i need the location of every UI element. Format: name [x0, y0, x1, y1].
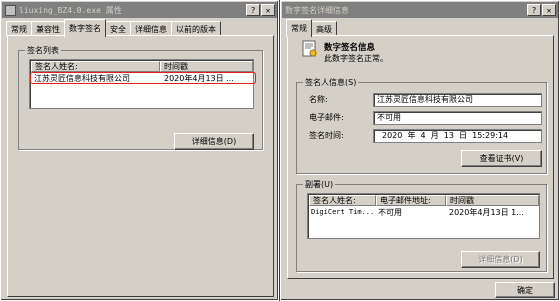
countersignature-email: 不可用: [378, 208, 402, 217]
column-signer-name[interactable]: 签名人姓名:: [31, 61, 160, 72]
email-field[interactable]: 不可用: [373, 111, 542, 125]
countersignatures-label: 副署(U): [303, 179, 336, 190]
signature-details-title: 数字签名详细信息: [285, 5, 349, 15]
column-signer-name[interactable]: 签名人姓名:: [309, 195, 376, 206]
tab-general[interactable]: 常规: [6, 21, 32, 36]
signing-time-label: 签名时间:: [309, 131, 344, 140]
properties-title: liuxing_BZ4.0.exe 属性: [19, 5, 122, 15]
signature-list-label: 签名列表: [25, 45, 61, 56]
properties-titlebar: liuxing_BZ4.0.exe 属性 ? ✕: [2, 2, 277, 18]
close-button[interactable]: ✕: [542, 4, 556, 16]
signatures-panel: 签名列表 签名人姓名: 时间戳 江苏灵匠信息科技有限公司 2020年4月13日 …: [7, 35, 274, 297]
countersignature-details-button: 详细信息(D): [461, 251, 540, 268]
tab-security[interactable]: 安全: [105, 21, 131, 36]
column-timestamp[interactable]: 时间戳: [160, 61, 253, 72]
tab-general[interactable]: 常规: [286, 19, 312, 37]
signature-list-group: 签名列表 签名人姓名: 时间戳 江苏灵匠信息科技有限公司 2020年4月13日 …: [18, 45, 263, 150]
signature-details-tabs: 常规 高级: [286, 18, 337, 37]
signer-info-label: 签名人信息(S): [303, 77, 359, 88]
ok-button[interactable]: 确定: [495, 282, 555, 298]
countersignature-time: 2020年4月13日 1...: [449, 208, 524, 217]
signature-details-titlebar: 数字签名详细信息 ? ✕: [282, 2, 558, 18]
tab-previous-versions[interactable]: 以前的版本: [171, 21, 221, 36]
signature-row[interactable]: 江苏灵匠信息科技有限公司 2020年4月13日 ...: [30, 72, 256, 84]
signature-row-time: 2020年4月13日 ...: [164, 74, 234, 83]
view-certificate-button[interactable]: 查看证书(V): [461, 150, 542, 167]
signature-list[interactable]: 签名人姓名: 时间戳 江苏灵匠信息科技有限公司 2020年4月13日 ...: [29, 59, 256, 109]
properties-window: liuxing_BZ4.0.exe 属性 ? ✕ 常规 兼容性 数字签名 安全 …: [0, 0, 279, 301]
app-icon: [5, 4, 16, 16]
name-label: 名称:: [309, 95, 328, 104]
signature-row-name: 江苏灵匠信息科技有限公司: [34, 74, 130, 83]
tab-details[interactable]: 详细信息: [130, 21, 172, 36]
tab-digital-signatures[interactable]: 数字签名: [64, 19, 106, 37]
countersignature-row[interactable]: DigiCert Tim... 不可用 2020年4月13日 1...: [308, 207, 539, 218]
signature-details-window: 数字签名详细信息 ? ✕ 常规 高级 数字签名信息 此数字签名正常。 签名人信息…: [280, 0, 560, 301]
info-title: 数字签名信息: [324, 43, 376, 53]
column-timestamp[interactable]: 时间戳: [446, 195, 539, 206]
column-email[interactable]: 电子邮件地址:: [376, 195, 446, 206]
countersignatures-group: 副署(U) 签名人姓名: 电子邮件地址: 时间戳 DigiCert Tim...…: [296, 179, 547, 272]
email-label: 电子邮件:: [309, 113, 344, 122]
properties-tabs: 常规 兼容性 数字签名 安全 详细信息 以前的版本: [6, 18, 221, 37]
countersignature-name: DigiCert Tim...: [311, 208, 375, 216]
help-button[interactable]: ?: [246, 4, 260, 16]
details-button[interactable]: 详细信息(D): [174, 133, 254, 150]
info-status: 此数字签名正常。: [324, 54, 388, 63]
countersignature-list[interactable]: 签名人姓名: 电子邮件地址: 时间戳 DigiCert Tim... 不可用 2…: [307, 193, 540, 239]
certificate-icon: [302, 40, 318, 58]
signing-time-field[interactable]: 2020 年 4 月 13 日 15:29:14: [373, 129, 542, 143]
tab-advanced[interactable]: 高级: [311, 21, 337, 36]
tab-compatibility[interactable]: 兼容性: [31, 21, 65, 36]
help-button[interactable]: ?: [527, 4, 541, 16]
signer-info-group: 签名人信息(S) 名称: 江苏灵匠信息科技有限公司 电子邮件: 不可用 签名时间…: [296, 77, 547, 174]
general-panel: 数字签名信息 此数字签名正常。 签名人信息(S) 名称: 江苏灵匠信息科技有限公…: [287, 35, 554, 279]
name-field[interactable]: 江苏灵匠信息科技有限公司: [373, 93, 542, 107]
close-button[interactable]: ✕: [261, 4, 275, 16]
